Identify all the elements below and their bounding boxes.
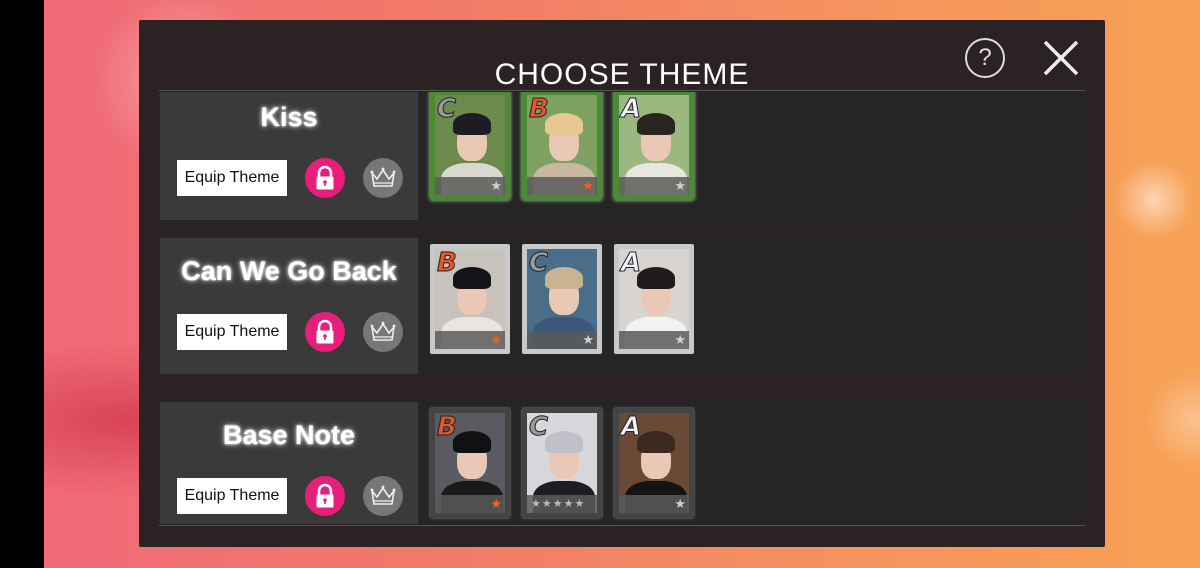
divider [159,90,1085,91]
crown-icon [370,321,396,341]
photo-card[interactable]: C ★ [522,244,602,354]
theme-info: Kiss Equip Theme [160,92,418,220]
card-grade-badge: A [620,248,642,278]
theme-name: Can We Go Back [181,256,397,286]
divider [159,525,1085,526]
star-icon: ★ [490,496,502,511]
choose-theme-dialog: CHOOSE THEME ? Kiss Equip Theme C ★ B ★ A ★ Can … [139,20,1105,547]
card-grade-badge: C [436,94,457,124]
card-strip: B ★ C ★ A ★ [418,238,1085,374]
theme-row: Base Note Equip Theme B ★ C ★★★★★ A ★ [160,402,1085,524]
crown-button[interactable] [363,476,403,516]
equip-theme-button[interactable]: Equip Theme [177,478,287,514]
star-icon: ★★★★★ [531,498,586,510]
card-figure-hair [453,113,491,135]
card-grade-badge: B [437,412,458,442]
card-figure-hair [637,113,675,135]
lock-button[interactable] [305,158,345,198]
photo-card[interactable]: C ★★★★★ [522,408,602,518]
photo-card[interactable]: B ★ [522,92,602,200]
theme-row: Kiss Equip Theme C ★ B ★ A ★ [160,92,1085,220]
theme-name: Base Note [222,420,356,450]
theme-name: Kiss [260,102,318,132]
help-icon: ? [978,44,992,71]
card-figure-hair [545,113,583,135]
lock-icon [316,165,334,190]
star-icon: ★ [674,496,686,511]
photo-card[interactable]: B ★ [430,244,510,354]
star-icon: ★ [490,178,502,193]
lock-icon [316,319,334,344]
star-icon: ★ [490,332,502,347]
card-grade-badge: A [620,412,642,442]
theme-list[interactable]: Kiss Equip Theme C ★ B ★ A ★ Can We Go Back Equip… [160,92,1085,524]
lock-button[interactable] [305,476,345,516]
help-button[interactable]: ? [965,38,1005,78]
card-figure-hair [453,267,491,289]
lock-icon [316,483,334,508]
photo-card[interactable]: A ★ [614,92,694,200]
photo-card[interactable]: C ★ [430,92,510,200]
card-figure-hair [637,267,675,289]
theme-info: Can We Go Back Equip Theme [160,238,418,374]
card-grade-badge: C [528,412,549,442]
equip-theme-button[interactable]: Equip Theme [177,314,287,350]
close-icon [1043,40,1079,76]
card-grade-badge: A [620,94,642,124]
crown-icon [370,167,396,187]
card-grade-badge: B [529,94,550,124]
crown-button[interactable] [363,158,403,198]
close-button[interactable] [1041,38,1081,78]
star-icon: ★ [674,332,686,347]
card-figure-hair [545,267,583,289]
card-grade-badge: B [437,248,458,278]
theme-info: Base Note Equip Theme [160,402,418,524]
photo-card[interactable]: B ★ [430,408,510,518]
lock-button[interactable] [305,312,345,352]
card-figure-hair [545,431,583,453]
card-strip: C ★ B ★ A ★ [418,92,1085,220]
photo-card[interactable]: A ★ [614,244,694,354]
card-figure-hair [637,431,675,453]
crown-icon [370,485,396,505]
theme-row: Can We Go Back Equip Theme B ★ C ★ A ★ [160,238,1085,374]
card-strip: B ★ C ★★★★★ A ★ [418,402,1085,524]
card-grade-badge: C [528,248,549,278]
crown-button[interactable] [363,312,403,352]
star-icon: ★ [582,178,594,193]
photo-card[interactable]: A ★ [614,408,694,518]
star-icon: ★ [674,178,686,193]
equip-theme-button[interactable]: Equip Theme [177,160,287,196]
card-figure-hair [453,431,491,453]
screen-edge [0,0,44,568]
dialog-title: CHOOSE THEME [494,58,750,91]
star-icon: ★ [582,332,594,347]
